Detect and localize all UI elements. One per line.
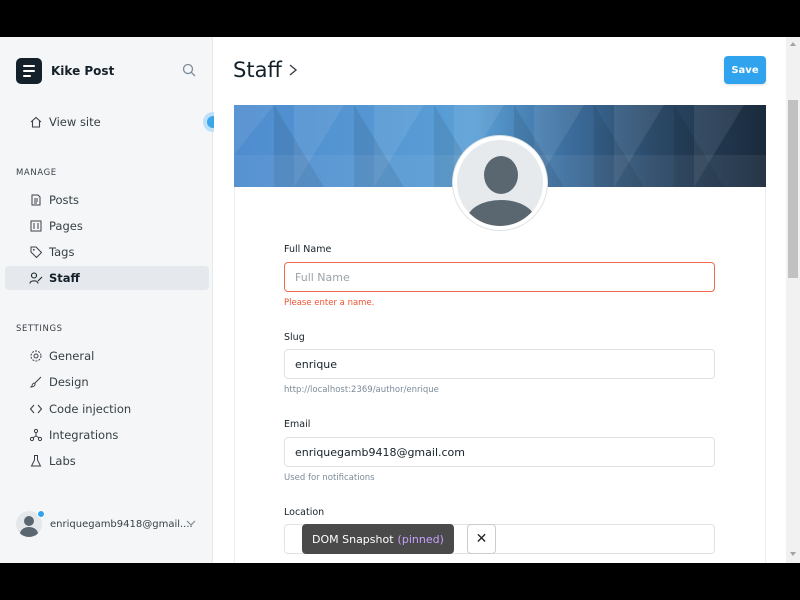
- sidebar-item-label: Integrations: [49, 428, 119, 442]
- sidebar-item-label: Tags: [49, 245, 75, 259]
- sidebar-item-pages[interactable]: Pages: [5, 214, 209, 238]
- snapshot-label: DOM Snapshot: [312, 532, 394, 546]
- sidebar-item-label: Design: [49, 375, 89, 389]
- sidebar-item-design[interactable]: Design: [5, 370, 209, 394]
- code-icon: [29, 404, 43, 414]
- posts-icon: [31, 194, 41, 206]
- scroll-up-arrow-icon[interactable]: [790, 42, 796, 46]
- sidebar-item-staff[interactable]: Staff: [5, 266, 209, 290]
- staff-icon: [29, 272, 43, 284]
- email-hint: Used for notifications: [284, 473, 375, 483]
- sidebar-item-label: Code injection: [49, 402, 132, 416]
- sidebar-item-code-injection[interactable]: Code injection: [5, 397, 209, 421]
- dom-snapshot-tag: DOM Snapshot (pinned): [302, 524, 454, 554]
- scroll-down-arrow-icon[interactable]: [790, 552, 796, 556]
- site-brand[interactable]: Kike Post: [16, 58, 114, 84]
- sidebar-item-integrations[interactable]: Integrations: [5, 423, 209, 447]
- page-title-text: Staff: [233, 58, 282, 82]
- full-name-label: Full Name: [284, 244, 332, 255]
- notification-badge: [37, 510, 45, 518]
- brush-icon: [29, 376, 42, 388]
- sidebar-item-general[interactable]: General: [5, 344, 209, 368]
- user-email: enriquegamb9418@gmail....: [50, 518, 193, 530]
- slug-hint: http://localhost:2369/author/enrique: [284, 385, 439, 395]
- profile-avatar[interactable]: [453, 136, 547, 230]
- site-logo-icon: [16, 58, 42, 84]
- view-site-label: View site: [49, 115, 101, 129]
- tag-icon: [30, 246, 43, 259]
- integrations-icon: [29, 428, 43, 442]
- sidebar: Kike Post View site MANAGE Posts Pages T…: [0, 37, 213, 563]
- save-button[interactable]: Save: [724, 56, 766, 84]
- sidebar-item-label: Labs: [49, 454, 76, 468]
- view-site-link[interactable]: View site: [5, 110, 209, 134]
- site-title: Kike Post: [51, 64, 115, 78]
- chevron-down-icon[interactable]: [186, 519, 196, 527]
- snapshot-state: (pinned): [397, 532, 444, 546]
- full-name-input[interactable]: Full Name: [284, 262, 715, 292]
- sidebar-item-label: General: [49, 349, 95, 363]
- slug-input[interactable]: enrique: [284, 349, 715, 379]
- main-content: Staff Save Full Name Full Name Please en…: [214, 37, 786, 563]
- sidebar-item-label: Staff: [49, 271, 80, 285]
- email-label: Email: [284, 419, 311, 430]
- sidebar-item-labs[interactable]: Labs: [5, 449, 209, 473]
- scrollbar[interactable]: [786, 37, 800, 563]
- app-window: Kike Post View site MANAGE Posts Pages T…: [0, 37, 800, 563]
- home-icon: [30, 116, 42, 128]
- flask-icon: [30, 455, 42, 467]
- email-field[interactable]: enriquegamb9418@gmail.com: [284, 437, 715, 467]
- close-icon[interactable]: ✕: [467, 524, 496, 554]
- sidebar-item-tags[interactable]: Tags: [5, 240, 209, 264]
- sidebar-item-posts[interactable]: Posts: [5, 188, 209, 212]
- manage-section-title: MANAGE: [16, 168, 57, 178]
- slug-label: Slug: [284, 332, 305, 343]
- page-title: Staff: [233, 58, 298, 82]
- sidebar-item-label: Posts: [49, 193, 80, 207]
- sidebar-item-label: Pages: [49, 219, 83, 233]
- pages-icon: [30, 220, 42, 232]
- full-name-error: Please enter a name.: [284, 298, 375, 308]
- location-label: Location: [284, 507, 325, 518]
- settings-section-title: SETTINGS: [16, 324, 63, 334]
- gear-icon: [30, 350, 42, 362]
- search-icon[interactable]: [182, 63, 196, 77]
- chevron-right-icon: [289, 64, 297, 76]
- scroll-thumb[interactable]: [788, 100, 798, 278]
